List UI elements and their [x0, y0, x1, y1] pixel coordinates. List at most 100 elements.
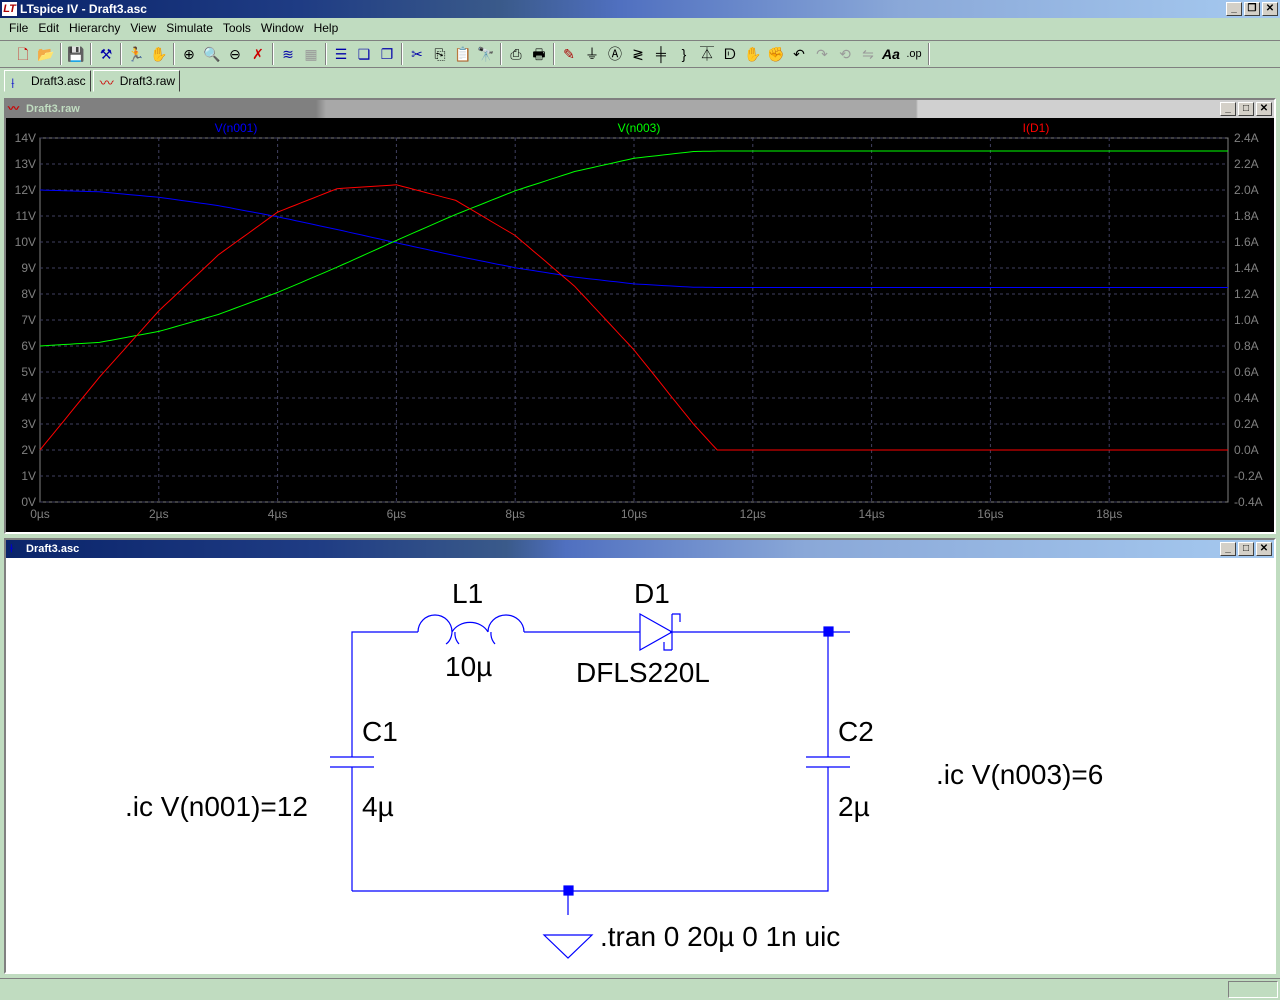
print-preview-icon[interactable]: ⎙: [505, 43, 527, 65]
draw-wire-icon[interactable]: ✎: [558, 43, 580, 65]
zoom-pan-icon[interactable]: 🔍: [201, 43, 223, 65]
close-button[interactable]: ✕: [1256, 102, 1272, 116]
cascade-icon[interactable]: ❏: [353, 43, 375, 65]
l1-value[interactable]: 10µ: [445, 651, 492, 682]
waveform-icon: 〰: [8, 103, 19, 115]
zoom-in-icon[interactable]: ⊕: [178, 43, 200, 65]
l1-name[interactable]: L1: [452, 578, 483, 609]
close-button[interactable]: ✕: [1256, 542, 1272, 556]
x-tick-label: 4µs: [268, 507, 288, 521]
legend-label: V(n001): [215, 121, 258, 135]
grid-icon[interactable]: ▦: [300, 43, 322, 65]
d1-value[interactable]: DFLS220L: [576, 657, 710, 688]
paste-icon[interactable]: 📋: [452, 43, 474, 65]
label-net-icon[interactable]: Ⓐ: [604, 43, 626, 65]
redo-icon[interactable]: ↷: [811, 43, 833, 65]
find-icon[interactable]: 🔭: [475, 43, 497, 65]
component-icon[interactable]: ᗟ: [719, 43, 741, 65]
copy-icon[interactable]: ⎘: [429, 43, 451, 65]
resistor-icon[interactable]: ≷: [627, 43, 649, 65]
y-left-tick-label: 14V: [15, 131, 36, 145]
mirror-icon[interactable]: ⇋: [857, 43, 879, 65]
inductor-l1: [417, 614, 525, 645]
ground-icon[interactable]: ⏚: [581, 43, 603, 65]
schematic-window-title: Draft3.asc: [26, 543, 80, 555]
y-left-tick-label: 5V: [21, 365, 36, 379]
diode-icon[interactable]: ⏄: [696, 43, 718, 65]
c2-value[interactable]: 2µ: [838, 791, 870, 822]
ic-directive-n003[interactable]: .ic V(n003)=6: [936, 759, 1103, 790]
schematic-canvas[interactable]: L1 10µ D1 DFLS220L C1 4µ C2 2µ .ic V(n00…: [6, 558, 1274, 972]
waveform-window-titlebar: 〰 Draft3.raw _ □ ✕: [6, 100, 1274, 118]
menu-view[interactable]: View: [125, 18, 161, 38]
run-icon[interactable]: 🏃: [125, 43, 147, 65]
y-right-tick-label: 1.8A: [1234, 209, 1259, 223]
window-title: LTspice IV - Draft3.asc: [20, 2, 147, 16]
c1-name[interactable]: C1: [362, 716, 398, 747]
undo-icon[interactable]: ↶: [788, 43, 810, 65]
capacitor-c1: [330, 756, 374, 768]
x-tick-label: 18µs: [1096, 507, 1122, 521]
inductor-icon[interactable]: }: [673, 43, 695, 65]
minimize-button[interactable]: _: [1220, 542, 1236, 556]
x-tick-label: 10µs: [621, 507, 647, 521]
waveform-icon: 〰: [99, 75, 114, 91]
y-left-tick-label: 1V: [21, 469, 36, 483]
x-tick-label: 12µs: [740, 507, 766, 521]
y-left-tick-label: 7V: [21, 313, 36, 327]
drag-icon[interactable]: ✊: [765, 43, 787, 65]
tab-draft3-asc[interactable]: ⟊ Draft3.asc: [4, 70, 91, 92]
autorange-icon[interactable]: ≋: [277, 43, 299, 65]
print-icon[interactable]: 🖶: [528, 43, 550, 65]
close-button[interactable]: ✕: [1262, 2, 1278, 16]
capacitor-icon[interactable]: ╪: [650, 43, 672, 65]
tab-draft3-raw[interactable]: 〰 Draft3.raw: [92, 70, 181, 92]
tab-label: Draft3.asc: [31, 74, 86, 88]
cut-icon[interactable]: ✂: [406, 43, 428, 65]
zoom-out-icon[interactable]: ⊖: [224, 43, 246, 65]
tile-vertical-icon[interactable]: ❐: [376, 43, 398, 65]
menu-edit[interactable]: Edit: [33, 18, 64, 38]
ic-directive-n001[interactable]: .ic V(n001)=12: [125, 791, 308, 822]
toolbar: 🗋 📂 💾 ⚒ 🏃 ✋ ⊕ 🔍 ⊖ ✗ ≋ ▦ ☰ ❏ ❐ ✂ ⎘ 📋 🔭 ⎙ …: [0, 40, 1280, 68]
legend-label: I(D1): [1023, 121, 1050, 135]
halt-icon[interactable]: ✋: [148, 43, 170, 65]
maximize-button[interactable]: □: [1238, 102, 1254, 116]
waveform-plot[interactable]: 0V1V2V3V4V5V6V7V8V9V10V11V12V13V14V-0.4A…: [6, 118, 1274, 532]
control-panel-icon[interactable]: ⚒: [95, 43, 117, 65]
status-bar: [0, 978, 1280, 1000]
text-icon[interactable]: Aa: [880, 43, 902, 65]
minimize-button[interactable]: _: [1226, 2, 1242, 16]
y-right-tick-label: 0.6A: [1234, 365, 1259, 379]
y-left-tick-label: 8V: [21, 287, 36, 301]
schematic-window: ⟊ Draft3.asc _ □ ✕ L1 10µ D1 DFLS220L C1 4µ…: [4, 538, 1276, 974]
schematic-icon: ⟊: [10, 543, 13, 555]
menu-simulate[interactable]: Simulate: [161, 18, 218, 38]
zoom-fit-icon[interactable]: ✗: [247, 43, 269, 65]
rotate-icon[interactable]: ⟲: [834, 43, 856, 65]
menu-help[interactable]: Help: [309, 18, 344, 38]
c1-value[interactable]: 4µ: [362, 791, 394, 822]
c2-name[interactable]: C2: [838, 716, 874, 747]
save-icon[interactable]: 💾: [65, 43, 87, 65]
tile-horizontal-icon[interactable]: ☰: [330, 43, 352, 65]
y-right-tick-label: 1.4A: [1234, 261, 1259, 275]
menu-hierarchy[interactable]: Hierarchy: [64, 18, 125, 38]
y-left-tick-label: 3V: [21, 417, 36, 431]
menu-window[interactable]: Window: [256, 18, 309, 38]
x-tick-label: 0µs: [30, 507, 50, 521]
document-tabs: ⟊ Draft3.asc 〰 Draft3.raw: [4, 70, 182, 92]
maximize-button[interactable]: □: [1238, 542, 1254, 556]
move-icon[interactable]: ✋: [742, 43, 764, 65]
y-right-tick-label: 2.4A: [1234, 131, 1259, 145]
spice-directive-icon[interactable]: .op: [903, 43, 925, 65]
new-schematic-icon[interactable]: 🗋: [12, 43, 34, 65]
menu-tools[interactable]: Tools: [218, 18, 256, 38]
d1-name[interactable]: D1: [634, 578, 670, 609]
restore-button[interactable]: ❐: [1244, 2, 1260, 16]
minimize-button[interactable]: _: [1220, 102, 1236, 116]
tran-directive[interactable]: .tran 0 20µ 0 1n uic: [600, 921, 840, 952]
menu-file[interactable]: File: [4, 18, 33, 38]
legend-label: V(n003): [618, 121, 661, 135]
open-icon[interactable]: 📂: [35, 43, 57, 65]
